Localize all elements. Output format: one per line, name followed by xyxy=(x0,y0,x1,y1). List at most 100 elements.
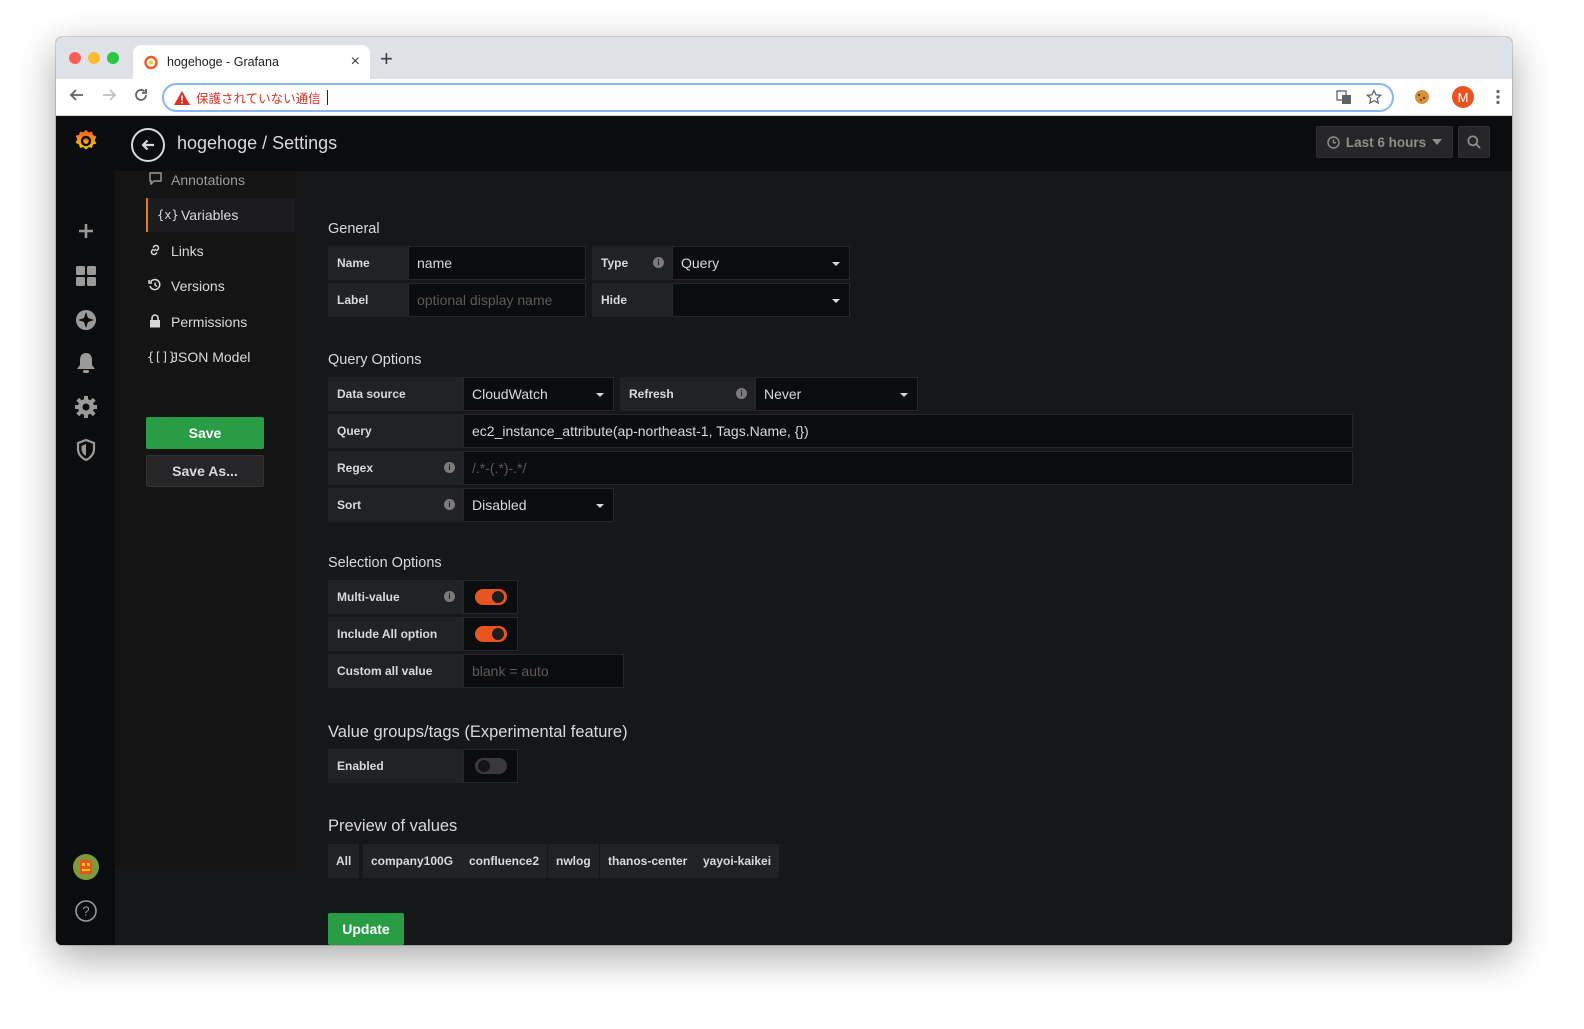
settings-nav-label: Permissions xyxy=(171,314,248,330)
query-label: Query xyxy=(328,414,463,448)
svg-text:?: ? xyxy=(82,904,89,919)
regex-input[interactable]: /.*-(.*)-.*/ xyxy=(463,451,1353,485)
settings-nav-annotations[interactable]: Annotations xyxy=(147,163,296,197)
section-title-general: General xyxy=(328,221,380,237)
sort-label-text: Sort xyxy=(337,498,361,512)
multi-value-label-text: Multi-value xyxy=(337,590,400,604)
info-icon[interactable]: i xyxy=(444,499,455,510)
hide-label: Hide xyxy=(592,283,672,317)
name-input[interactable]: name xyxy=(408,246,586,280)
grafana-favicon-icon xyxy=(144,55,158,70)
page-title: hogehoge / Settings xyxy=(177,133,338,153)
grafana-logo-icon[interactable] xyxy=(73,128,99,154)
info-icon[interactable]: i xyxy=(444,591,455,602)
query-input[interactable]: ec2_instance_attribute(ap-northeast-1, T… xyxy=(463,414,1353,448)
toggle-off xyxy=(474,758,507,774)
caret-down-icon xyxy=(596,393,604,397)
link-icon xyxy=(147,243,163,260)
refresh-select[interactable]: Never xyxy=(755,377,918,411)
history-icon xyxy=(147,278,163,295)
section-title-value-groups: Value groups/tags (Experimental feature) xyxy=(328,723,628,741)
minimize-window-button[interactable] xyxy=(88,52,100,64)
settings-nav-permissions[interactable]: Permissions xyxy=(147,305,296,339)
enabled-label: Enabled xyxy=(328,749,463,783)
grafana-app: ? hogehoge / Settings Last 6 hours Annot… xyxy=(56,116,1512,945)
dashboards-icon[interactable] xyxy=(73,263,99,289)
custom-all-label: Custom all value xyxy=(328,654,463,688)
settings-nav-json-model[interactable]: {[]} JSON Model xyxy=(147,340,296,374)
back-arrow-icon[interactable] xyxy=(69,87,85,107)
save-as-button[interactable]: Save As... xyxy=(146,455,264,487)
regex-label-text: Regex xyxy=(337,461,374,475)
alerting-bell-icon[interactable] xyxy=(73,350,99,376)
hide-select[interactable] xyxy=(672,283,850,317)
caret-down-icon xyxy=(1432,139,1443,145)
label-label: Label xyxy=(328,283,408,317)
plus-icon[interactable] xyxy=(73,218,99,244)
cookie-extension-icon[interactable] xyxy=(1414,89,1430,105)
settings-nav-variables[interactable]: {x} Variables xyxy=(146,198,295,232)
search-icon xyxy=(1467,135,1481,149)
zoom-window-button[interactable] xyxy=(107,52,119,64)
type-select-value: Query xyxy=(681,255,720,271)
shield-icon[interactable] xyxy=(73,437,99,463)
insecure-connection-label: 保護されていない通信 xyxy=(196,91,321,106)
time-range-label: Last 6 hours xyxy=(1345,134,1427,150)
label-input[interactable]: optional display name xyxy=(408,283,586,317)
close-window-button[interactable] xyxy=(69,52,81,64)
annotation-icon xyxy=(147,172,163,188)
explore-compass-icon[interactable] xyxy=(73,307,99,333)
preview-value-tag: company100G xyxy=(363,844,462,878)
regex-label: Regex i xyxy=(328,451,463,485)
json-icon: {[]} xyxy=(147,350,176,364)
settings-nav-label: Annotations xyxy=(171,172,245,188)
profile-avatar[interactable]: M xyxy=(1452,86,1474,108)
search-button[interactable] xyxy=(1458,126,1490,158)
multi-value-switch[interactable] xyxy=(463,580,518,614)
user-avatar-icon[interactable] xyxy=(73,854,99,880)
grafana-navbar: hogehoge / Settings Last 6 hours xyxy=(115,116,1512,171)
save-button[interactable]: Save xyxy=(146,417,264,449)
section-title-preview: Preview of values xyxy=(328,817,458,835)
new-tab-button[interactable]: + xyxy=(380,48,393,70)
toggle-on xyxy=(474,626,507,642)
browser-menu-icon[interactable] xyxy=(1496,89,1500,105)
value-groups-enabled-switch[interactable] xyxy=(463,749,518,783)
refresh-select-value: Never xyxy=(764,386,802,402)
toggle-on xyxy=(474,589,507,605)
datasource-select[interactable]: CloudWatch xyxy=(463,377,614,411)
forward-arrow-icon[interactable] xyxy=(101,87,117,107)
sort-select[interactable]: Disabled xyxy=(463,488,614,522)
update-button[interactable]: Update xyxy=(328,913,404,945)
browser-window: hogehoge - Grafana × + 保護されていない通信 M ? ho… xyxy=(56,37,1512,945)
close-tab-icon[interactable]: × xyxy=(351,53,360,71)
settings-nav-versions[interactable]: Versions xyxy=(147,269,296,303)
type-select[interactable]: Query xyxy=(672,246,850,280)
caret-down-icon xyxy=(832,262,840,266)
translate-icon[interactable] xyxy=(1336,89,1352,105)
include-all-switch[interactable] xyxy=(463,617,518,651)
preview-value-tag: nwlog xyxy=(548,844,599,878)
info-icon[interactable]: i xyxy=(736,388,747,399)
section-title-query-options: Query Options xyxy=(328,352,422,368)
configuration-gear-icon[interactable] xyxy=(73,394,99,420)
name-label: Name xyxy=(328,246,408,280)
help-icon[interactable]: ? xyxy=(73,898,99,924)
lock-icon xyxy=(147,313,163,331)
preview-value-tag: All xyxy=(328,844,360,878)
settings-nav: Annotations {x} Variables Links Versions xyxy=(115,171,296,869)
section-title-selection-options: Selection Options xyxy=(328,555,442,571)
reload-icon[interactable] xyxy=(133,87,149,107)
time-range-picker[interactable]: Last 6 hours xyxy=(1316,126,1453,158)
refresh-label-text: Refresh xyxy=(629,387,674,401)
info-icon[interactable]: i xyxy=(444,462,455,473)
back-to-dashboard-button[interactable] xyxy=(131,128,165,162)
multi-value-label: Multi-value i xyxy=(328,580,463,614)
settings-nav-links[interactable]: Links xyxy=(147,234,296,268)
address-bar[interactable]: 保護されていない通信 xyxy=(162,83,1394,112)
settings-nav-label: JSON Model xyxy=(171,349,251,365)
browser-tab[interactable]: hogehoge - Grafana × xyxy=(133,45,370,79)
bookmark-star-icon[interactable] xyxy=(1366,89,1382,105)
info-icon[interactable]: i xyxy=(653,257,664,268)
custom-all-input[interactable]: blank = auto xyxy=(463,654,624,688)
